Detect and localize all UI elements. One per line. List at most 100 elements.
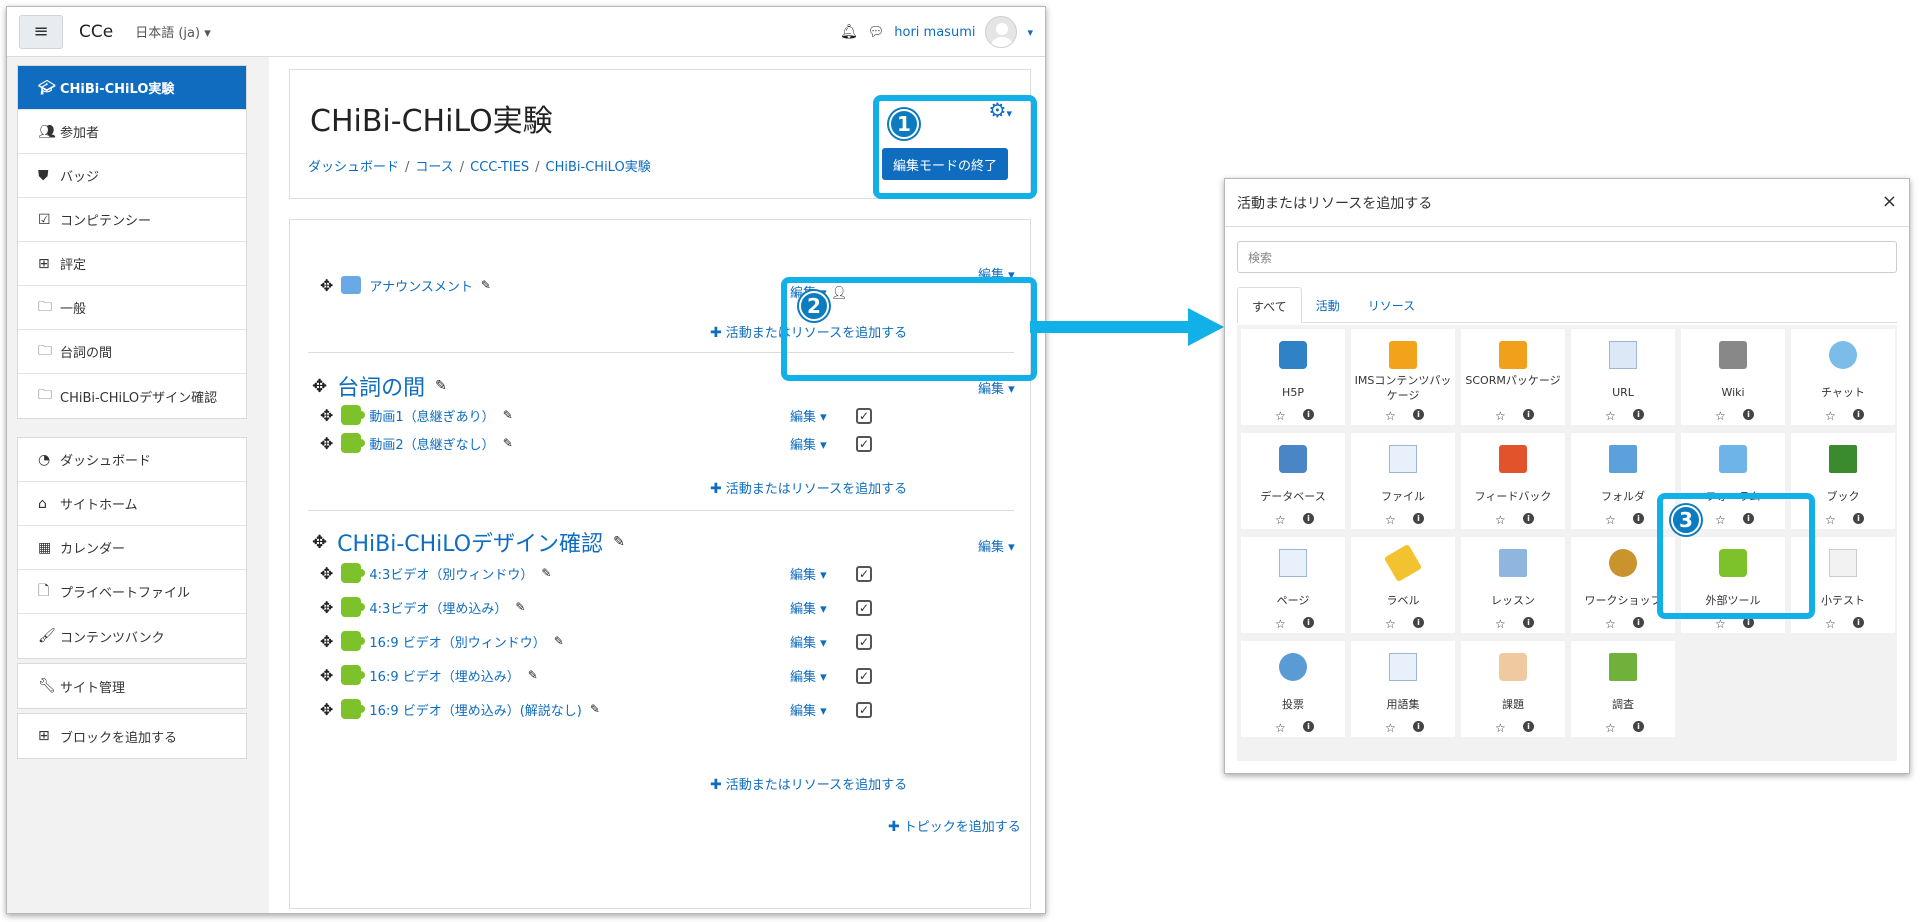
star-icon[interactable]: ☆	[1385, 409, 1396, 423]
activity-tile[interactable]: データベース ☆ i	[1241, 433, 1345, 529]
drawer-item-section1[interactable]: 🗀 台詞の間	[18, 330, 246, 374]
drawer-item-private-files[interactable]: 🗋 プライベートファイル	[18, 570, 246, 614]
star-icon[interactable]: ☆	[1275, 513, 1286, 527]
move-icon[interactable]: ✥	[320, 434, 333, 453]
activity-link[interactable]: 動画1（息継ぎあり）	[369, 406, 494, 425]
info-icon[interactable]: i	[1633, 513, 1644, 524]
completion-checkbox[interactable]: ✓	[856, 566, 872, 582]
activity-link[interactable]: 動画2（息継ぎなし）	[369, 434, 494, 453]
star-icon[interactable]: ☆	[1825, 617, 1836, 631]
star-icon[interactable]: ☆	[1605, 617, 1616, 631]
activity-tile[interactable]: IMSコンテンツパッケージ ☆ i	[1351, 329, 1455, 425]
star-icon[interactable]: ☆	[1495, 617, 1506, 631]
info-icon[interactable]: i	[1303, 721, 1314, 732]
star-icon[interactable]: ☆	[1605, 721, 1616, 735]
info-icon[interactable]: i	[1633, 617, 1644, 628]
drawer-item-add-block[interactable]: ⊞ ブロックを追加する	[18, 714, 246, 758]
drawer-item-course[interactable]: 🎓︎ CHiBi-CHiLO実験	[18, 66, 246, 110]
bell-icon[interactable]: 🔔︎	[840, 24, 858, 40]
activity-tile[interactable]: H5P ☆ i	[1241, 329, 1345, 425]
star-icon[interactable]: ☆	[1385, 617, 1396, 631]
activity-edit-menu[interactable]: 編集 ▾	[790, 700, 827, 719]
pencil-icon[interactable]: ✎	[554, 634, 564, 648]
drawer-item-site-admin[interactable]: 🔧︎ サイト管理	[18, 664, 246, 708]
move-icon[interactable]: ✥	[320, 632, 333, 651]
activity-link[interactable]: 16:9 ビデオ（埋め込み）	[369, 666, 519, 685]
activity-tile[interactable]: 課題 ☆ i	[1461, 641, 1565, 737]
completion-checkbox[interactable]: ✓	[856, 436, 872, 452]
activity-link[interactable]: アナウンスメント	[369, 276, 472, 295]
activity-edit-menu[interactable]: 編集 ▾	[790, 434, 827, 453]
tab-activities[interactable]: 活動	[1302, 287, 1354, 322]
activity-link[interactable]: 16:9 ビデオ（埋め込み）(解説なし)	[369, 700, 581, 719]
language-selector[interactable]: 日本語 (ja) ▾	[135, 22, 211, 41]
activity-tile[interactable]: Wiki ☆ i	[1681, 329, 1785, 425]
activity-tile[interactable]: フィードバック ☆ i	[1461, 433, 1565, 529]
add-topic-link[interactable]: ✚ トピックを追加する	[888, 816, 1021, 835]
search-input[interactable]: 検索	[1237, 241, 1897, 273]
activity-tile[interactable]: ラベル ☆ i	[1351, 537, 1455, 633]
activity-link[interactable]: 4:3ビデオ（別ウィンドウ）	[369, 564, 533, 583]
pencil-icon[interactable]: ✎	[481, 278, 491, 292]
info-icon[interactable]: i	[1303, 617, 1314, 628]
drawer-item-section2[interactable]: 🗀 CHiBi-CHiLOデザイン確認	[18, 374, 246, 418]
breadcrumb-dashboard[interactable]: ダッシュボード	[308, 160, 399, 175]
info-icon[interactable]: i	[1523, 721, 1534, 732]
star-icon[interactable]: ☆	[1825, 409, 1836, 423]
activity-edit-menu[interactable]: 編集 ▾	[790, 632, 827, 651]
move-icon[interactable]: ✥	[320, 666, 333, 685]
activity-tile[interactable]: 投票 ☆ i	[1241, 641, 1345, 737]
activity-tile[interactable]: ページ ☆ i	[1241, 537, 1345, 633]
star-icon[interactable]: ☆	[1495, 409, 1506, 423]
activity-tile[interactable]: 用語集 ☆ i	[1351, 641, 1455, 737]
drawer-item-badges[interactable]: ⛊ バッジ	[18, 154, 246, 198]
move-icon[interactable]: ✥	[320, 598, 333, 617]
activity-edit-menu[interactable]: 編集 ▾	[790, 406, 827, 425]
star-icon[interactable]: ☆	[1495, 721, 1506, 735]
drawer-item-participants[interactable]: 👥︎ 参加者	[18, 110, 246, 154]
tab-resources[interactable]: リソース	[1354, 287, 1429, 322]
star-icon[interactable]: ☆	[1495, 513, 1506, 527]
star-icon[interactable]: ☆	[1275, 617, 1286, 631]
move-icon[interactable]: ✥	[320, 700, 333, 719]
move-icon[interactable]: ✥	[312, 376, 327, 397]
section-edit-menu[interactable]: 編集 ▾	[978, 536, 1015, 555]
drawer-item-site-home[interactable]: ⌂ サイトホーム	[18, 482, 246, 526]
completion-checkbox[interactable]: ✓	[856, 702, 872, 718]
breadcrumb-courses[interactable]: コース	[415, 160, 453, 175]
info-icon[interactable]: i	[1853, 409, 1864, 420]
activity-link[interactable]: 4:3ビデオ（埋め込み）	[369, 598, 507, 617]
info-icon[interactable]: i	[1413, 513, 1424, 524]
info-icon[interactable]: i	[1303, 513, 1314, 524]
info-icon[interactable]: i	[1413, 409, 1424, 420]
activity-tile[interactable]: SCORMパッケージ ☆ i	[1461, 329, 1565, 425]
add-activity-link[interactable]: ✚ 活動またはリソースを追加する	[710, 478, 907, 497]
pencil-icon[interactable]: ✎	[515, 600, 525, 614]
star-icon[interactable]: ☆	[1825, 513, 1836, 527]
completion-checkbox[interactable]: ✓	[856, 668, 872, 684]
drawer-item-grades[interactable]: ⊞ 評定	[18, 242, 246, 286]
section-name[interactable]: CHiBi-CHiLOデザイン確認	[337, 526, 603, 558]
star-icon[interactable]: ☆	[1385, 721, 1396, 735]
info-icon[interactable]: i	[1633, 409, 1644, 420]
info-icon[interactable]: i	[1743, 409, 1754, 420]
completion-checkbox[interactable]: ✓	[856, 408, 872, 424]
activity-tile[interactable]: チャット ☆ i	[1791, 329, 1895, 425]
move-icon[interactable]: ✥	[320, 564, 333, 583]
pencil-icon[interactable]: ✎	[435, 378, 447, 394]
info-icon[interactable]: i	[1853, 513, 1864, 524]
pencil-icon[interactable]: ✎	[613, 534, 625, 550]
activity-tile[interactable]: URL ☆ i	[1571, 329, 1675, 425]
breadcrumb-category[interactable]: CCC-TIES	[470, 160, 529, 175]
tab-all[interactable]: すべて	[1237, 287, 1302, 323]
activity-tile[interactable]: 調査 ☆ i	[1571, 641, 1675, 737]
star-icon[interactable]: ☆	[1715, 617, 1726, 631]
activity-edit-menu[interactable]: 編集 ▾	[790, 666, 827, 685]
info-icon[interactable]: i	[1303, 409, 1314, 420]
drawer-item-content-bank[interactable]: 🖌︎ コンテンツバンク	[18, 614, 246, 658]
drawer-item-competencies[interactable]: ☑ コンピテンシー	[18, 198, 246, 242]
pencil-icon[interactable]: ✎	[528, 668, 538, 682]
info-icon[interactable]: i	[1853, 617, 1864, 628]
activity-edit-menu[interactable]: 編集 ▾	[790, 598, 827, 617]
site-brand[interactable]: CCe	[79, 22, 113, 42]
